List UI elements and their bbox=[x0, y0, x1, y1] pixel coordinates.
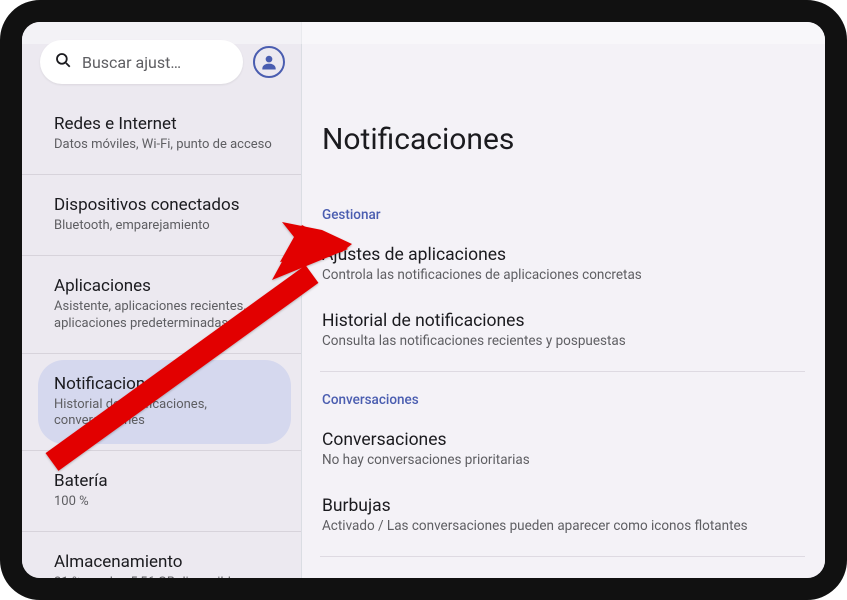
setting-title: Burbujas bbox=[322, 496, 803, 516]
divider bbox=[320, 556, 805, 557]
divider bbox=[320, 371, 805, 372]
sidebar-item-sub: 100 % bbox=[54, 494, 279, 511]
sidebar-item-notifications[interactable]: Notificaciones Historial de notificacion… bbox=[38, 360, 291, 445]
setting-sub: Consulta las notificaciones recientes y … bbox=[322, 333, 803, 349]
screen: Buscar ajust… Redes e Internet Datos móv… bbox=[22, 22, 825, 578]
sidebar-item-sub: 31 % usado - 5,56 GB disponibles bbox=[54, 575, 279, 578]
search-input[interactable]: Buscar ajust… bbox=[40, 40, 243, 84]
setting-conversations[interactable]: Conversaciones No hay conversaciones pri… bbox=[320, 418, 805, 484]
search-icon bbox=[54, 51, 72, 73]
sidebar-item-title: Notificaciones bbox=[54, 374, 275, 394]
page-title: Notificaciones bbox=[320, 22, 805, 193]
sidebar-item-title: Aplicaciones bbox=[54, 276, 279, 296]
sidebar-item-network[interactable]: Redes e Internet Datos móviles, Wi-Fi, p… bbox=[22, 100, 301, 168]
setting-title: Historial de notificaciones bbox=[322, 311, 803, 331]
section-label-conversations: Conversaciones bbox=[320, 378, 805, 418]
setting-notification-history[interactable]: Historial de notificaciones Consulta las… bbox=[320, 299, 805, 365]
setting-bubbles[interactable]: Burbujas Activado / Las conversaciones p… bbox=[320, 484, 805, 550]
sidebar-item-battery[interactable]: Batería 100 % bbox=[22, 457, 301, 525]
section-label-manage: Gestionar bbox=[320, 193, 805, 233]
divider bbox=[22, 531, 301, 532]
sidebar-list: Redes e Internet Datos móviles, Wi-Fi, p… bbox=[22, 100, 301, 578]
divider bbox=[22, 255, 301, 256]
sidebar-item-title: Batería bbox=[54, 471, 279, 491]
setting-title: Conversaciones bbox=[322, 430, 803, 450]
sidebar-item-sub: Bluetooth, emparejamiento bbox=[54, 218, 279, 235]
setting-sub: Activado / Las conversaciones pueden apa… bbox=[322, 518, 803, 534]
sidebar-item-sub: Datos móviles, Wi-Fi, punto de acceso bbox=[54, 137, 279, 154]
sidebar-item-title: Almacenamiento bbox=[54, 552, 279, 572]
search-placeholder: Buscar ajust… bbox=[82, 53, 181, 72]
setting-title: Ajustes de aplicaciones bbox=[322, 245, 803, 265]
search-row: Buscar ajust… bbox=[22, 40, 301, 100]
sidebar-item-connected-devices[interactable]: Dispositivos conectados Bluetooth, empar… bbox=[22, 181, 301, 249]
divider bbox=[22, 353, 301, 354]
sidebar-item-storage[interactable]: Almacenamiento 31 % usado - 5,56 GB disp… bbox=[22, 538, 301, 578]
sidebar-item-title: Dispositivos conectados bbox=[54, 195, 279, 215]
sidebar-item-title: Redes e Internet bbox=[54, 114, 279, 134]
setting-sub: No hay conversaciones prioritarias bbox=[322, 452, 803, 468]
status-bar bbox=[22, 22, 825, 44]
settings-sidebar: Buscar ajust… Redes e Internet Datos móv… bbox=[22, 22, 302, 578]
sidebar-item-sub: Historial de notificaciones, conversacio… bbox=[54, 397, 275, 431]
tablet-frame: Buscar ajust… Redes e Internet Datos móv… bbox=[0, 0, 847, 600]
divider bbox=[22, 174, 301, 175]
profile-avatar[interactable] bbox=[253, 46, 285, 78]
setting-sub: Controla las notificaciones de aplicacio… bbox=[322, 267, 803, 283]
setting-app-settings[interactable]: Ajustes de aplicaciones Controla las not… bbox=[320, 233, 805, 299]
section-label-privacy: Privacidad bbox=[320, 563, 805, 578]
settings-main: Notificaciones Gestionar Ajustes de apli… bbox=[302, 22, 825, 578]
sidebar-item-apps[interactable]: Aplicaciones Asistente, aplicaciones rec… bbox=[22, 262, 301, 347]
divider bbox=[22, 450, 301, 451]
sidebar-item-sub: Asistente, aplicaciones recientes, aplic… bbox=[54, 299, 279, 333]
notch bbox=[364, 8, 484, 18]
